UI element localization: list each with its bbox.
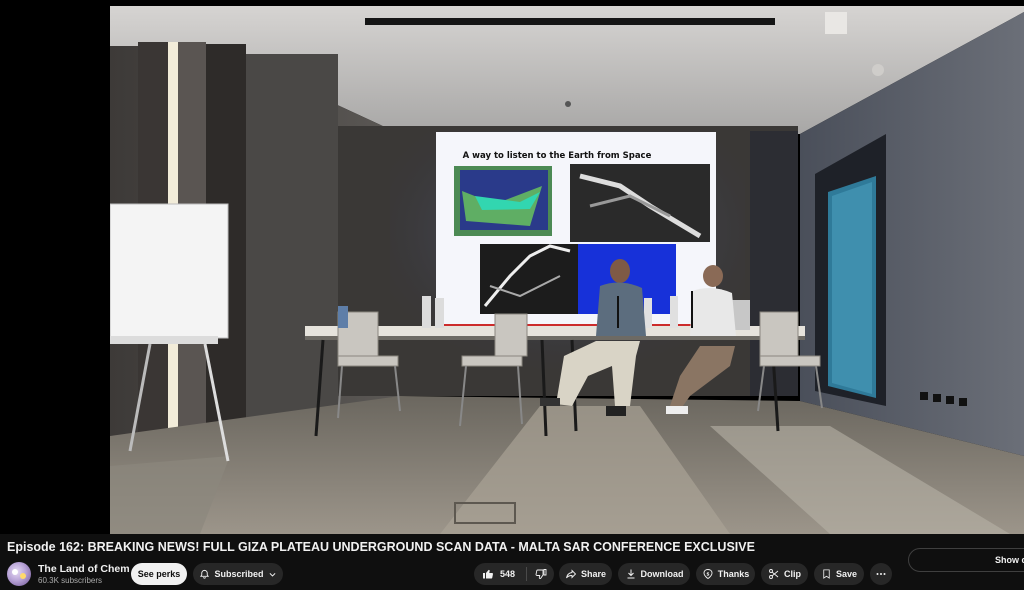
save-button[interactable]: Save — [814, 563, 864, 585]
svg-text:$: $ — [706, 572, 709, 578]
share-label: Share — [580, 569, 606, 579]
clip-button[interactable]: Clip — [761, 563, 808, 585]
video-title: Episode 162: BREAKING NEWS! FULL GIZA PL… — [7, 540, 755, 554]
thanks-icon: $ — [703, 569, 713, 580]
dislike-icon — [535, 569, 546, 580]
share-button[interactable]: Share — [559, 563, 612, 585]
like-count: 548 — [500, 569, 516, 579]
subscribed-label: Subscribed — [214, 569, 264, 579]
thanks-label: Thanks — [717, 569, 750, 579]
share-icon — [566, 569, 577, 579]
show-chat-label: Show ch — [995, 555, 1024, 565]
see-perks-label: See perks — [137, 569, 181, 579]
dislike-button[interactable] — [527, 563, 554, 585]
chevron-down-icon — [269, 572, 275, 577]
channel-name[interactable]: The Land of Chem — [38, 563, 130, 575]
video-frame: A way to listen to the Earth from Space — [110, 6, 1024, 534]
save-label: Save — [835, 569, 858, 579]
thanks-button[interactable]: $ Thanks — [696, 563, 755, 585]
download-button[interactable]: Download — [618, 563, 690, 585]
clip-icon — [769, 569, 779, 579]
more-actions-button[interactable] — [870, 563, 892, 585]
clip-label: Clip — [784, 569, 801, 579]
bell-icon — [200, 569, 210, 579]
slide-title: A way to listen to the Earth from Space — [463, 151, 652, 161]
like-dislike-group: 548 — [474, 563, 554, 585]
subscribed-button[interactable]: Subscribed — [193, 563, 283, 585]
like-icon — [483, 569, 493, 579]
channel-action-row: The Land of Chem 60.3K subscribers See p… — [0, 560, 1024, 588]
subscriber-count: 60.3K subscribers — [38, 576, 103, 585]
like-button[interactable]: 548 — [474, 563, 526, 585]
show-chat-button[interactable]: Show ch — [908, 548, 1024, 572]
avatar[interactable] — [7, 562, 31, 586]
save-icon — [823, 569, 830, 579]
download-label: Download — [640, 569, 684, 579]
download-icon — [627, 569, 634, 579]
video-player[interactable]: A way to listen to the Earth from Space — [0, 0, 1024, 534]
see-perks-button[interactable]: See perks — [131, 563, 187, 585]
more-icon — [876, 573, 886, 575]
